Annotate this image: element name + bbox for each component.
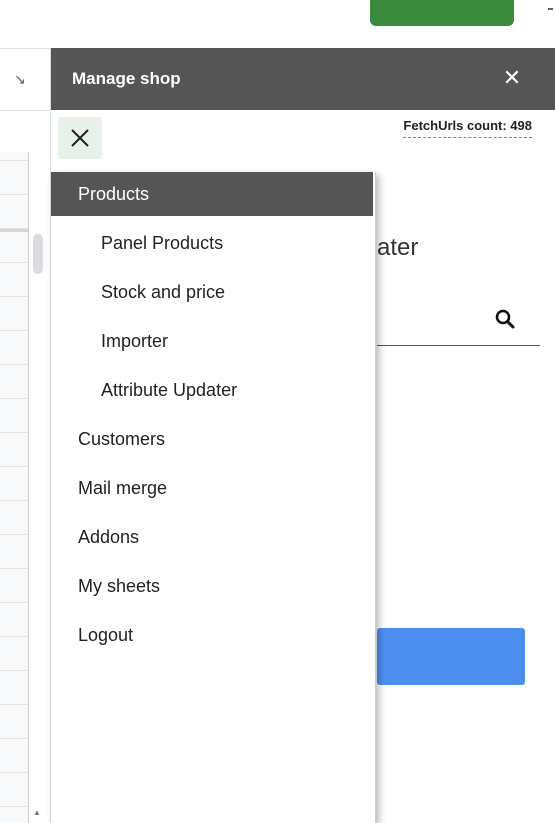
menu-item-panel-products[interactable]: Panel Products — [51, 221, 373, 265]
menu-item-attribute-updater[interactable]: Attribute Updater — [51, 368, 373, 412]
row-gridline — [0, 500, 28, 501]
row-gridline — [0, 330, 28, 331]
menu-item-logout[interactable]: Logout — [51, 613, 373, 657]
menu-item-stock-and-price[interactable]: Stock and price — [51, 270, 373, 314]
spreadsheet-scrollbar[interactable] — [33, 234, 43, 274]
row-gridline — [0, 806, 28, 807]
row-gridline — [0, 398, 28, 399]
toolbar-divider — [0, 48, 50, 49]
primary-action-button[interactable] — [377, 628, 525, 685]
menu-item-importer[interactable]: Importer — [51, 319, 373, 363]
menu-item-addons[interactable]: Addons — [51, 515, 373, 559]
row-gridline — [0, 534, 28, 535]
section-heading: ater — [377, 234, 419, 261]
search-icon[interactable] — [492, 306, 518, 332]
column-divider — [28, 152, 29, 823]
app-window: ↘ ▲ Manage shop ✕ FetchUrls count: 498 a… — [0, 0, 555, 823]
row-gridline — [0, 466, 28, 467]
menu-item-products[interactable]: Products — [51, 172, 373, 216]
sidebar-header: Manage shop ✕ — [51, 48, 555, 110]
close-icon — [71, 129, 89, 147]
row-gridline — [0, 228, 28, 229]
manage-shop-sidebar: Manage shop ✕ FetchUrls count: 498 ater … — [50, 48, 555, 823]
scroll-up-arrow-icon[interactable]: ▲ — [33, 808, 41, 817]
row-gridline — [0, 704, 28, 705]
row-gridline — [0, 296, 28, 297]
navigation-menu: Products Panel Products Stock and price … — [51, 172, 376, 823]
menu-item-my-sheets[interactable]: My sheets — [51, 564, 373, 608]
menu-toggle-button[interactable] — [58, 117, 102, 159]
menu-item-customers[interactable]: Customers — [51, 417, 373, 461]
chevron-icon[interactable]: ↘ — [14, 72, 26, 88]
row-gridline — [0, 636, 28, 637]
row-gridline — [0, 432, 28, 433]
menu-item-mail-merge[interactable]: Mail merge — [51, 466, 373, 510]
fetch-urls-count: FetchUrls count: 498 — [403, 118, 532, 138]
row-gridline — [0, 738, 28, 739]
sidebar-title: Manage shop — [72, 69, 181, 88]
sidebar-close-button[interactable]: ✕ — [500, 62, 524, 94]
row-gridline — [0, 602, 28, 603]
row-gridline — [0, 364, 28, 365]
row-gridline — [0, 262, 28, 263]
row-gridline — [0, 568, 28, 569]
row-gridline — [0, 772, 28, 773]
toolbar-indicator-icon — [548, 8, 553, 10]
share-button[interactable] — [370, 0, 514, 26]
row-gridline — [0, 670, 28, 671]
row-gridline — [0, 160, 28, 161]
row-header-column — [0, 152, 28, 823]
row-gridline — [0, 194, 28, 195]
